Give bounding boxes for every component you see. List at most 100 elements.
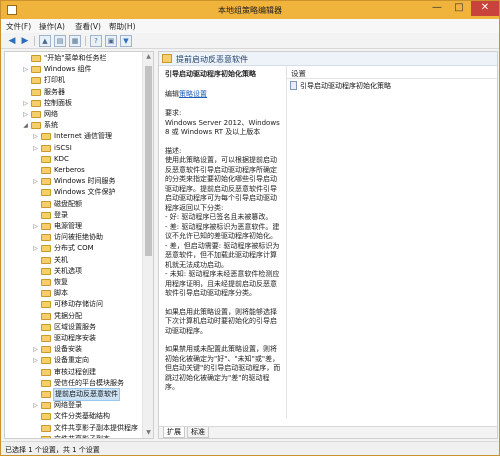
setting-label: 引导启动驱动程序初始化策略: [300, 82, 391, 90]
status-text: 已选择 1 个设置，共 1 个设置: [5, 446, 100, 454]
expand-arrow-icon[interactable]: ▷: [32, 344, 39, 355]
tree-item[interactable]: KDC: [5, 154, 142, 165]
scroll-down-icon[interactable]: ▼: [143, 428, 153, 438]
folder-icon: [41, 379, 51, 387]
expand-arrow-icon[interactable]: ◢: [22, 120, 29, 131]
tree-item[interactable]: ◢ 系统: [5, 120, 142, 131]
folder-icon: [31, 99, 41, 107]
up-folder-icon[interactable]: ▲: [39, 35, 51, 47]
edit-line: 编辑策略设置: [165, 90, 283, 100]
menu-view[interactable]: 查看(V): [75, 21, 101, 32]
folder-icon: [41, 155, 51, 163]
tree-item[interactable]: Kerberos: [5, 165, 142, 176]
menu-help[interactable]: 帮助(H): [109, 21, 136, 32]
filter-icon[interactable]: ▼: [120, 35, 132, 47]
maximize-button[interactable]: □: [449, 1, 469, 16]
tree-item[interactable]: ▷ Windows 时间服务: [5, 176, 142, 187]
tree-item[interactable]: ▷ 设备重定向: [5, 355, 142, 366]
tree-item[interactable]: ▷ 网络: [5, 109, 142, 120]
gpedit-window: 本地组策略编辑器 — □ ✕ 文件(F) 操作(A) 查看(V) 帮助(H) ◀…: [0, 0, 500, 456]
menu-action[interactable]: 操作(A): [39, 21, 65, 32]
details-pane: 提前启动反恶意软件 引导启动驱动程序初始化策略 编辑策略设置 要求: Windo…: [158, 51, 498, 439]
settings-column-header[interactable]: 设置: [287, 66, 497, 79]
expand-arrow-icon[interactable]: ▷: [22, 98, 29, 109]
tab-extended[interactable]: 扩展: [163, 427, 185, 438]
tree-item-label: 设备安装: [54, 345, 82, 354]
forward-arrow-icon[interactable]: ▶: [19, 35, 31, 47]
tree-item[interactable]: ▷ Internet 通信管理: [5, 131, 142, 142]
tree-item[interactable]: 文件共享影子副本: [5, 434, 142, 438]
tree-item[interactable]: 审核过程创建: [5, 367, 142, 378]
tree-item[interactable]: Windows 文件保护: [5, 187, 142, 198]
tree-item[interactable]: 文件共享影子副本提供程序: [5, 423, 142, 434]
export-list-icon[interactable]: ▦: [69, 35, 81, 47]
expand-arrow-icon[interactable]: ▷: [32, 143, 39, 154]
tree-item-label: 网络登录: [54, 401, 82, 410]
expand-arrow-icon[interactable]: ▷: [32, 355, 39, 366]
tree-item[interactable]: 访问被拒绝协助: [5, 232, 142, 243]
tree-item[interactable]: 驱动程序安装: [5, 333, 142, 344]
folder-icon: [41, 290, 51, 298]
tree-item[interactable]: 文件分类基础结构: [5, 411, 142, 422]
tree-item[interactable]: 关机选项: [5, 266, 142, 277]
tree-item[interactable]: ▷ 设备安装: [5, 344, 142, 355]
folder-icon: [41, 211, 51, 219]
tree-item-label: 控制面板: [44, 98, 72, 107]
expand-arrow-icon[interactable]: ▷: [32, 243, 39, 254]
help-icon[interactable]: ?: [90, 35, 102, 47]
back-arrow-icon[interactable]: ◀: [6, 35, 18, 47]
tree-item[interactable]: 脚本: [5, 288, 142, 299]
folder-icon: [41, 245, 51, 253]
tree-item[interactable]: ▷ iSCSI: [5, 143, 142, 154]
tree-item[interactable]: 关机: [5, 255, 142, 266]
tree-item[interactable]: 登录: [5, 210, 142, 221]
tree-item-label: 驱动程序安装: [54, 334, 96, 342]
tree-item[interactable]: ▷ 控制面板: [5, 98, 142, 109]
tab-standard[interactable]: 标准: [187, 427, 209, 438]
tree-item[interactable]: 提前启动反恶意软件: [5, 388, 142, 401]
tree-item[interactable]: ▷ 分布式 COM: [5, 243, 142, 254]
tree-scrollbar[interactable]: ▲ ▼: [142, 52, 153, 438]
expand-arrow-icon[interactable]: ▷: [22, 109, 29, 120]
tree-item-label: Windows 文件保护: [54, 188, 116, 197]
folder-icon: [41, 167, 51, 174]
tree-item[interactable]: 恢复: [5, 277, 142, 288]
tree-item[interactable]: 可移动存储访问: [5, 299, 142, 310]
tree-item[interactable]: 打印机: [5, 75, 142, 86]
tree-item[interactable]: 服务器: [5, 87, 142, 98]
menu-file[interactable]: 文件(F): [6, 21, 31, 32]
tree-item-label: 磁盘配额: [54, 199, 82, 208]
expand-arrow-icon[interactable]: ▷: [32, 176, 39, 187]
tree-item[interactable]: ▷ 网络登录: [5, 400, 142, 411]
scroll-thumb[interactable]: [145, 66, 152, 256]
policy-tree: "开始"菜单和任务栏 ▷ Windows 组件 打印机 服务器 ▷ 控制面板 ▷ 网络 ◢ 系统 ▷ I…: [4, 51, 154, 439]
title-bar[interactable]: 本地组策略编辑器 — □ ✕: [1, 1, 499, 19]
expand-arrow-icon[interactable]: ▷: [32, 131, 39, 142]
tree-item[interactable]: "开始"菜单和任务栏: [5, 53, 142, 64]
tree-item-label: Kerberos: [54, 166, 85, 174]
expand-arrow-icon[interactable]: ▷: [32, 400, 39, 411]
settings-list: 设置 引导启动驱动程序初始化策略: [286, 66, 497, 418]
expand-arrow-icon[interactable]: ▷: [22, 64, 29, 75]
tree-item-label: 电源管理: [54, 222, 82, 230]
tree-item[interactable]: 受信任的平台模块服务: [5, 378, 142, 389]
close-button[interactable]: ✕: [471, 1, 499, 16]
toolbar-separator: [34, 36, 35, 46]
tree-item[interactable]: 区域设置服务: [5, 322, 142, 333]
edit-policy-link[interactable]: 策略设置: [179, 90, 207, 98]
setting-row[interactable]: 引导启动驱动程序初始化策略: [287, 80, 497, 91]
tree-item[interactable]: 磁盘配额: [5, 199, 142, 210]
tree-item[interactable]: 凭据分配: [5, 311, 142, 322]
scroll-up-icon[interactable]: ▲: [143, 52, 153, 62]
folder-icon: [41, 144, 51, 152]
folder-icon: [31, 88, 41, 96]
folder-icon: [41, 279, 51, 286]
expand-arrow-icon[interactable]: ▷: [32, 221, 39, 232]
show-hide-tree-icon[interactable]: ▤: [54, 35, 66, 47]
properties-icon[interactable]: ▣: [105, 35, 117, 47]
status-bar: 已选择 1 个设置，共 1 个设置: [1, 441, 499, 455]
minimize-button[interactable]: —: [427, 1, 447, 16]
tree-item[interactable]: ▷ Windows 组件: [5, 64, 142, 75]
tree-item[interactable]: ▷ 电源管理: [5, 221, 142, 232]
tree-item-label: KDC: [54, 154, 69, 163]
